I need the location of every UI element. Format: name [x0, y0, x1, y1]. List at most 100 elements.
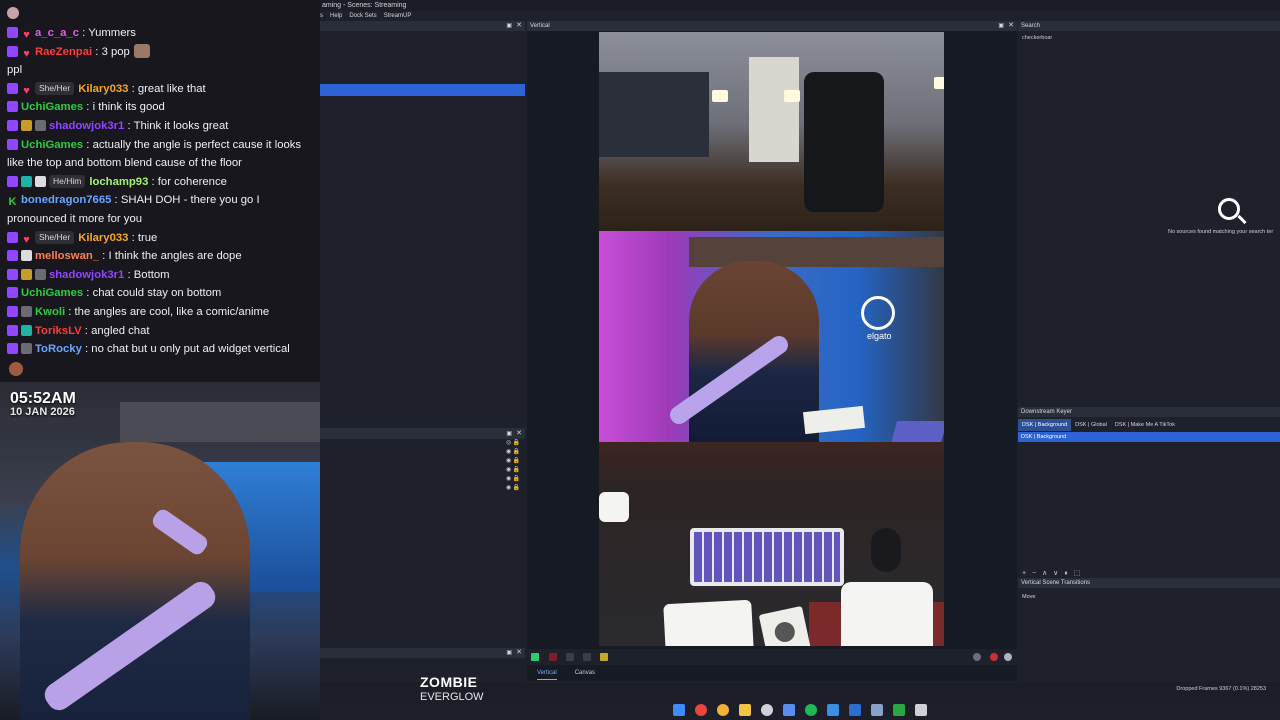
app-icon[interactable]: [827, 704, 839, 716]
chat-separator: :: [148, 175, 158, 188]
vertical-preview-canvas[interactable]: elgato: [599, 32, 944, 646]
chat-username[interactable]: Kilary033: [78, 232, 128, 244]
tab-canvas[interactable]: Canvas: [575, 666, 595, 680]
chrome-icon[interactable]: [717, 704, 729, 716]
selected-scene-row[interactable]: [320, 84, 525, 96]
search-dock-header: Search: [1018, 21, 1280, 31]
source-row-controls[interactable]: ◉ 🔒: [506, 457, 520, 464]
windows-start-icon[interactable]: [673, 704, 685, 716]
menu-item-streamup[interactable]: StreamUP: [384, 11, 412, 21]
record-toggle-icon[interactable]: [549, 653, 557, 661]
chat-text: chat could stay on bottom: [92, 287, 222, 300]
preview-pane-desk: [599, 442, 944, 646]
app-icon[interactable]: [915, 704, 927, 716]
menu-item-help[interactable]: Help: [330, 11, 342, 21]
desk-towel: [663, 599, 755, 646]
chat-message: ♥ RaeZenpai : 3 pop: [7, 43, 314, 62]
dock-float-icon[interactable]: ▣: [506, 21, 512, 31]
app-icon[interactable]: [849, 704, 861, 716]
replay-icon[interactable]: [566, 653, 574, 661]
menu-item-dock-sets[interactable]: Dock Sets: [349, 11, 376, 21]
dock-float-icon[interactable]: ▣: [998, 21, 1004, 31]
chat-username[interactable]: RaeZenpai: [35, 46, 92, 58]
source-row-controls[interactable]: ◉ 🔒: [506, 448, 520, 455]
dock-close-icon[interactable]: ✕: [1008, 21, 1014, 31]
dock-close-icon[interactable]: ✕: [516, 21, 522, 31]
app-icon[interactable]: [893, 704, 905, 716]
dock-float-icon[interactable]: ▣: [506, 648, 512, 658]
chat-username[interactable]: lochamp93: [89, 176, 148, 188]
chat-separator: :: [128, 82, 138, 95]
backtrack-icon[interactable]: [583, 653, 591, 661]
spotify-icon[interactable]: [805, 704, 817, 716]
chat-username[interactable]: UchiGames: [21, 287, 83, 299]
virtualcam-icon[interactable]: [600, 653, 608, 661]
chrome-icon[interactable]: [695, 704, 707, 716]
chat-separator: :: [92, 45, 102, 58]
chat-username[interactable]: UchiGames: [21, 101, 83, 113]
dock-close-icon[interactable]: ✕: [516, 648, 522, 658]
shield-badge-icon: [21, 324, 32, 336]
chat-message: UchiGames : actually the angle is perfec…: [7, 136, 314, 173]
refresh-icon[interactable]: [1004, 653, 1012, 661]
tab-dsk-global[interactable]: DSK | Global: [1071, 419, 1111, 431]
chat-username[interactable]: ToRocky: [35, 343, 82, 355]
no-sources-message: No sources found matching your search te…: [1168, 229, 1274, 235]
dock-float-icon[interactable]: ▣: [506, 429, 512, 439]
transition-item-move[interactable]: Move: [1022, 594, 1035, 600]
obs-icon[interactable]: [761, 704, 773, 716]
preview-paper: [803, 405, 865, 435]
transitions-toolbar[interactable]: + − ∧ ∨ ⏸ ⬚: [1022, 569, 1082, 578]
tab-vertical[interactable]: Vertical: [537, 666, 557, 680]
chat-separator: :: [124, 268, 134, 281]
dropped-frames-extra: 28253: [1250, 686, 1266, 692]
badge-icon: [21, 343, 32, 355]
obs-window: aming - Scenes: Streaming s Help Dock Se…: [320, 0, 1280, 700]
chat-username[interactable]: shadowjok3r1: [49, 269, 124, 281]
chat-username[interactable]: ToriksLV: [35, 325, 82, 337]
elgato-logo-text: elgato: [867, 331, 892, 341]
tab-dsk-make-me-a-tiktok[interactable]: DSK | Make Me A TikTok: [1111, 419, 1179, 431]
chat-username[interactable]: shadowjok3r1: [49, 120, 124, 132]
preview-pane-room: [599, 32, 944, 234]
chat-message: UchiGames : i think its good: [7, 98, 314, 117]
chat-message: melloswan_ : I think the angles are dope: [7, 247, 314, 266]
room-light: [712, 90, 728, 102]
dsk-list-item[interactable]: DSK | Background: [1018, 432, 1280, 442]
chat-username[interactable]: a_c_a_c: [35, 27, 79, 39]
chat-separator: :: [81, 324, 92, 337]
chat-username[interactable]: Kilary033: [78, 83, 128, 95]
emote-icon: [133, 43, 150, 58]
chat-username[interactable]: UchiGames: [21, 139, 83, 151]
source-row-controls[interactable]: ◉ 🔒: [506, 475, 520, 482]
heart-icon[interactable]: [990, 653, 998, 661]
vertical-dock-header: Vertical ▣ ✕: [527, 21, 1017, 31]
source-row-controls[interactable]: ◎ 🔒: [506, 439, 520, 446]
right-docks: Search checkerboar No sources found matc…: [1018, 21, 1280, 681]
menu-item[interactable]: s: [320, 11, 323, 21]
desk-item: [599, 492, 629, 522]
stream-toggle-icon[interactable]: [531, 653, 539, 661]
chat-username[interactable]: melloswan_: [35, 250, 99, 262]
app-icon[interactable]: [871, 704, 883, 716]
chat-message: ppl: [7, 61, 314, 80]
sub-badge-icon: [7, 101, 18, 113]
preview-keyboard: [891, 421, 944, 443]
search-input[interactable]: checkerboar: [1020, 33, 1278, 43]
file-explorer-icon[interactable]: [739, 704, 751, 716]
chat-text: the angles are cool, like a comic/anime: [74, 305, 270, 318]
tab-dsk-background[interactable]: DSK | Background: [1018, 419, 1072, 431]
dock-close-icon[interactable]: ✕: [516, 429, 522, 439]
chat-text: I think the angles are dope: [108, 250, 242, 263]
source-row-controls[interactable]: ◉ 🔒: [506, 466, 520, 473]
chat-text: angled chat: [91, 324, 150, 337]
chat-username[interactable]: Kwoli: [35, 306, 65, 318]
chat-top-row: [7, 2, 314, 24]
source-row-controls[interactable]: ◉ 🔒: [506, 484, 520, 491]
chat-username[interactable]: bonedragon7665: [21, 194, 111, 206]
chat-separator: :: [111, 194, 121, 207]
chat-text: great like that: [137, 82, 206, 95]
vertical-dock-title: Vertical: [530, 23, 550, 29]
gear-icon[interactable]: [973, 653, 981, 661]
streamdeck-icon[interactable]: [783, 704, 795, 716]
